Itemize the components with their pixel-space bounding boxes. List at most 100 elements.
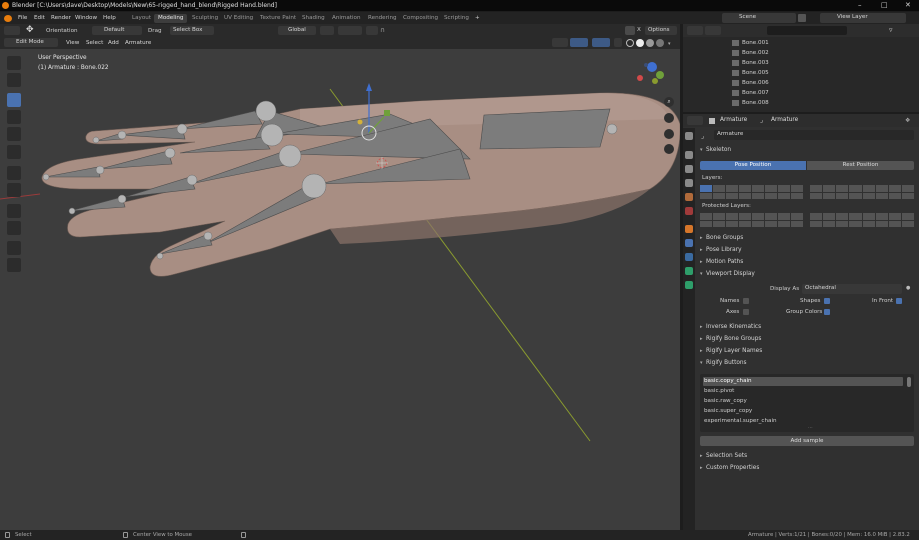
rigify-layer-names-panel-header[interactable]: Rigify Layer Names — [706, 348, 762, 354]
outliner-editor-type-icon[interactable] — [687, 26, 703, 35]
view-layer-selector[interactable]: View Layer — [820, 13, 906, 23]
menu-armature[interactable]: Armature — [125, 40, 151, 46]
snap-icon[interactable] — [338, 26, 362, 35]
output-tab-icon[interactable] — [685, 165, 693, 173]
bone-groups-panel-header[interactable]: Bone Groups — [706, 235, 743, 241]
move-tool-icon[interactable] — [7, 93, 21, 107]
tab-texture-paint[interactable]: Texture Paint — [256, 14, 300, 23]
data-name-field[interactable]: Armature — [714, 130, 914, 140]
list-scrollbar[interactable] — [907, 377, 911, 387]
physics-tab-icon[interactable] — [685, 253, 693, 261]
pan-hand-icon[interactable] — [664, 113, 674, 123]
measure-tool-icon[interactable] — [7, 183, 21, 197]
display-as-dropdown[interactable]: Octahedral — [802, 284, 902, 294]
add-workspace-icon[interactable]: + — [471, 14, 484, 23]
list-resize-handle[interactable]: ⋯ — [808, 425, 813, 431]
editor-type-icon[interactable] — [4, 26, 20, 35]
material-shading-icon[interactable] — [646, 39, 654, 47]
transform-orientation-dropdown[interactable]: Global — [278, 26, 316, 35]
tab-shading[interactable]: Shading — [298, 14, 329, 23]
rigify-bone-groups-panel-header[interactable]: Rigify Bone Groups — [706, 336, 761, 342]
orientation-dropdown[interactable]: Default — [92, 26, 142, 35]
transform-tool-icon[interactable] — [7, 145, 21, 159]
tab-rendering[interactable]: Rendering — [364, 14, 401, 23]
zoom-icon[interactable]: ⌕ — [664, 97, 674, 107]
pose-library-panel-header[interactable]: Pose Library — [706, 247, 742, 253]
list-item[interactable]: basic.raw_copy — [704, 398, 747, 404]
names-checkbox[interactable] — [743, 298, 749, 304]
menu-edit[interactable]: Edit — [34, 15, 45, 21]
drag-dropdown[interactable]: Select Box — [170, 26, 214, 35]
annotate-tool-icon[interactable] — [7, 166, 21, 180]
render-tab-icon[interactable] — [685, 151, 693, 159]
display-mode-icon[interactable] — [705, 26, 721, 35]
solid-shading-icon[interactable] — [636, 39, 644, 47]
protected-layers-grid-left[interactable] — [700, 213, 803, 227]
menu-file[interactable]: File — [18, 15, 27, 21]
menu-select[interactable]: Select — [86, 40, 103, 46]
maximize-icon[interactable]: □ — [881, 1, 888, 9]
object-tab-icon[interactable] — [685, 225, 693, 233]
add-sample-button[interactable]: Add sample — [700, 436, 914, 446]
outliner-item[interactable]: Bone.006 — [742, 80, 769, 86]
camera-view-icon[interactable] — [664, 129, 674, 139]
menu-add[interactable]: Add — [108, 40, 119, 46]
gizmo-toggle-icon[interactable] — [570, 38, 588, 47]
rotate-tool-icon[interactable] — [7, 110, 21, 124]
3d-viewport[interactable]: User Perspective (1) Armature : Bone.022… — [0, 49, 680, 530]
layers-grid-right[interactable] — [810, 185, 914, 199]
shading-options-chevron-icon[interactable]: ▾ — [668, 41, 671, 47]
minimize-icon[interactable]: – — [858, 1, 862, 9]
properties-editor-type-icon[interactable] — [687, 116, 703, 125]
roll-tool-icon[interactable] — [7, 241, 21, 255]
outliner-item[interactable]: Bone.008 — [742, 100, 769, 106]
list-item[interactable]: basic.pivot — [704, 388, 734, 394]
tab-animation[interactable]: Animation — [328, 14, 365, 23]
shapes-checkbox[interactable] — [824, 298, 830, 304]
rest-position-button[interactable]: Rest Position — [807, 161, 914, 170]
outliner-search-input[interactable] — [767, 26, 847, 35]
new-scene-icon[interactable] — [798, 14, 806, 22]
xray-toggle-icon[interactable] — [614, 38, 622, 47]
selection-sets-panel-header[interactable]: Selection Sets — [706, 453, 747, 459]
options-dropdown[interactable]: Options — [645, 26, 677, 35]
tab-sculpting[interactable]: Sculpting — [188, 14, 222, 23]
menu-render[interactable]: Render — [51, 15, 71, 21]
object-visibility-icon[interactable] — [552, 38, 568, 47]
pivot-point-icon[interactable] — [320, 26, 334, 35]
modifiers-tab-icon[interactable] — [685, 239, 693, 247]
outliner-item[interactable]: Bone.001 — [742, 40, 769, 46]
wireframe-shading-icon[interactable] — [626, 39, 634, 47]
outliner-item[interactable]: Bone.002 — [742, 50, 769, 56]
pin-icon[interactable]: ❖ — [905, 117, 910, 124]
menu-view[interactable]: View — [66, 40, 79, 46]
select-box-tool-icon[interactable] — [7, 56, 21, 70]
falloff-icon[interactable]: ∩ — [380, 26, 385, 34]
group-colors-checkbox[interactable] — [824, 309, 830, 315]
menu-window[interactable]: Window — [75, 15, 97, 21]
rendered-shading-icon[interactable] — [656, 39, 664, 47]
bone-envelope-tool-icon[interactable] — [7, 258, 21, 272]
tab-modeling[interactable]: Modeling — [154, 14, 188, 23]
outliner-item[interactable]: Bone.007 — [742, 90, 769, 96]
menu-help[interactable]: Help — [103, 15, 116, 21]
list-item[interactable]: basic.super_copy — [704, 408, 752, 414]
pose-position-button[interactable]: Pose Position — [700, 161, 806, 170]
tab-compositing[interactable]: Compositing — [399, 14, 442, 23]
motion-paths-panel-header[interactable]: Motion Paths — [706, 259, 743, 265]
inverse-kinematics-panel-header[interactable]: Inverse Kinematics — [706, 324, 761, 330]
view-layer-tab-icon[interactable] — [685, 179, 693, 187]
rigify-buttons-panel-header[interactable]: Rigify Buttons — [706, 360, 747, 366]
armature-data-tab-icon[interactable] — [685, 267, 693, 275]
blender-menu-icon[interactable] — [4, 15, 12, 22]
extrude-tool-icon[interactable] — [7, 204, 21, 218]
scale-tool-icon[interactable] — [7, 127, 21, 141]
tab-layout[interactable]: Layout — [128, 14, 155, 23]
in-front-checkbox[interactable] — [896, 298, 902, 304]
scene-selector[interactable]: Scene — [722, 13, 796, 23]
proportional-edit-icon[interactable] — [366, 26, 378, 35]
x-mirror-icon[interactable] — [625, 26, 635, 35]
bone-size-tool-icon[interactable] — [7, 221, 21, 235]
close-icon[interactable]: ✕ — [905, 1, 911, 9]
mode-dropdown[interactable]: Edit Mode — [4, 38, 58, 47]
